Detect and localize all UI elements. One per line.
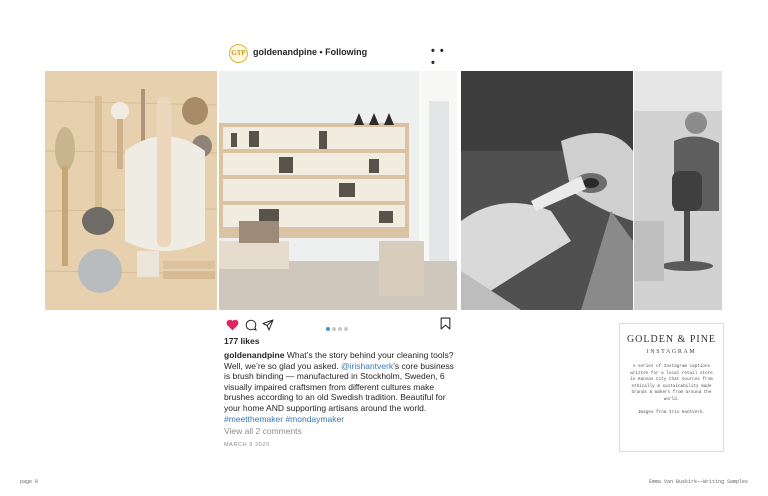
username-text[interactable]: goldenandpine xyxy=(253,47,317,57)
craftsman-illustration xyxy=(634,71,722,310)
carousel-dot-4[interactable] xyxy=(344,327,348,331)
post-header: GTP goldenandpine • Following • • • xyxy=(229,44,451,69)
likes-count[interactable]: 177 likes xyxy=(224,336,259,346)
carousel-dot-1[interactable] xyxy=(326,327,330,331)
caption-mention[interactable]: @irishantverk xyxy=(341,361,393,371)
footer-author: Emma Van Buskirk——Writing Samples xyxy=(648,479,748,485)
carousel-indicator xyxy=(326,318,350,336)
post-caption: goldenandpine What’s the story behind yo… xyxy=(224,350,456,424)
bookmark-icon[interactable] xyxy=(440,317,451,335)
card-title: GOLDEN & PINE xyxy=(626,334,717,345)
photo-hands[interactable] xyxy=(461,71,633,310)
more-options-icon[interactable]: • • • xyxy=(431,45,451,69)
hashtag-meetthemaker[interactable]: #meetthemaker xyxy=(224,414,283,424)
photo-craftsman[interactable] xyxy=(634,71,722,310)
brushes-illustration xyxy=(45,71,217,310)
hashtag-mondaymaker[interactable]: #mondaymaker xyxy=(285,414,344,424)
info-card: GOLDEN & PINE INSTAGRAM A series of Inst… xyxy=(619,323,724,452)
post-username[interactable]: goldenandpine • Following xyxy=(253,47,367,57)
card-description: A series of Instagram captions written f… xyxy=(630,364,713,402)
post-date: MARCH 9 2020 xyxy=(224,442,270,448)
caption-username[interactable]: goldenandpine xyxy=(224,350,284,360)
shelves-illustration xyxy=(219,71,457,310)
avatar[interactable]: GTP xyxy=(229,44,248,63)
card-credit: Images from Iris Hantverk. xyxy=(637,410,706,415)
follow-status[interactable]: Following xyxy=(325,47,367,57)
card-subtitle: INSTAGRAM xyxy=(646,349,697,355)
comment-icon[interactable] xyxy=(245,318,257,336)
share-icon[interactable] xyxy=(262,318,274,336)
page-number: page 8 xyxy=(20,479,39,485)
photo-brushes[interactable] xyxy=(45,71,217,310)
heart-icon[interactable] xyxy=(226,318,239,336)
carousel-dot-2[interactable] xyxy=(332,327,336,331)
photo-shelves[interactable] xyxy=(219,71,457,310)
view-comments-link[interactable]: View all 2 comments xyxy=(224,426,302,436)
hands-illustration xyxy=(461,71,633,310)
carousel-dot-3[interactable] xyxy=(338,327,342,331)
